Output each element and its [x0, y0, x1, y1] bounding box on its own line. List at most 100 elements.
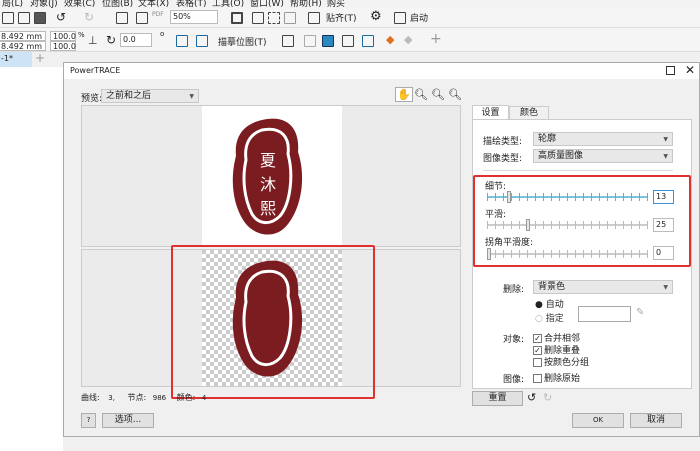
zoom-fit-icon[interactable]: 🔍︎	[414, 88, 428, 101]
auto-radio[interactable]: ● 自动	[535, 297, 564, 310]
trace-bitmap-dropdown[interactable]: 描摹位图(T)	[218, 35, 267, 48]
new-tab-icon[interactable]: +	[35, 51, 45, 65]
menu-bar: 局(L) 对象(J) 效果(C) 位图(B) 文本(X) 表格(T) 工具(O)…	[0, 0, 700, 8]
degree-label: o	[160, 30, 165, 38]
mirror-vertical-icon[interactable]	[196, 35, 208, 47]
paste-icon[interactable]	[34, 12, 46, 24]
curves-value: 3,	[108, 394, 115, 402]
trace-type-select[interactable]: 轮廓 ▼	[533, 132, 673, 146]
zoom-level-input[interactable]: 50%	[170, 10, 218, 24]
scale-x-input[interactable]: 100.0	[50, 31, 76, 41]
remove-original-label: 删除原始	[544, 374, 581, 384]
tab-color[interactable]: 颜色	[509, 106, 549, 120]
zoom-out-icon[interactable]: 🔍︎	[431, 88, 445, 101]
redo-icon[interactable]: ↻	[84, 10, 94, 24]
seal-char-3: 熙	[260, 199, 276, 218]
divider	[483, 170, 673, 171]
group-by-color-checkbox[interactable]: 按颜色分组	[533, 355, 589, 368]
menu-layout[interactable]: 局(L)	[2, 0, 23, 8]
tab-settings[interactable]: 设置	[472, 105, 509, 120]
checkbox-checked-icon: ✓	[533, 334, 542, 343]
highlight-after-preview	[171, 245, 375, 399]
menu-help[interactable]: 帮助(H)	[290, 0, 322, 8]
canvas[interactable]	[0, 67, 63, 451]
maximize-icon[interactable]	[666, 66, 675, 75]
rulers-icon[interactable]	[252, 12, 264, 24]
reset-button[interactable]: 重置	[472, 391, 523, 406]
preview-mode-select[interactable]: 之前和之后 ▼	[101, 89, 199, 103]
add-icon[interactable]: +	[430, 31, 442, 47]
export-arrow-icon[interactable]	[136, 12, 148, 24]
settings-gear-icon[interactable]: ⚙	[370, 9, 382, 24]
lock-ratio-icon[interactable]: ⊥	[88, 34, 98, 47]
launch-icon[interactable]	[394, 12, 406, 24]
menu-text[interactable]: 文本(X)	[138, 0, 169, 8]
remove-original-checkbox[interactable]: 删除原始	[533, 371, 580, 384]
menu-window[interactable]: 窗口(W)	[250, 0, 284, 8]
edit-bitmap-icon[interactable]	[304, 35, 316, 47]
standard-toolbar: ↺ ↻ PDF 50% 贴齐(T) ⚙ 启动	[0, 8, 700, 28]
grid-icon[interactable]	[268, 12, 280, 24]
full-screen-icon[interactable]	[231, 12, 243, 24]
image-label: 图像:	[503, 375, 525, 385]
image-type-value: 高质量图像	[538, 151, 584, 161]
mirror-horizontal-icon[interactable]	[176, 35, 188, 47]
remove-value: 背景色	[538, 282, 566, 292]
image-type-select[interactable]: 高质量图像 ▼	[533, 149, 673, 163]
options-button[interactable]: 选项...	[102, 413, 154, 428]
remove-select[interactable]: 背景色 ▼	[533, 280, 673, 294]
ok-button[interactable]: OK	[572, 413, 624, 428]
crop-bitmap-icon[interactable]	[282, 35, 294, 47]
document-tab[interactable]: -1*	[0, 52, 32, 67]
bitmap-frame-icon[interactable]	[342, 35, 354, 47]
undo-icon[interactable]: ↺	[56, 10, 66, 24]
redo-icon[interactable]: ↻	[543, 391, 552, 404]
scale-y-input[interactable]: 100.0	[50, 41, 76, 51]
angle-input[interactable]: 0.0	[120, 33, 152, 47]
guidelines-icon[interactable]	[284, 12, 296, 24]
preview-label: 预览:	[81, 94, 103, 104]
import-arrow-icon[interactable]	[116, 12, 128, 24]
close-icon[interactable]: ✕	[685, 63, 695, 77]
specify-label: 指定	[545, 314, 564, 324]
specify-radio[interactable]: ○ 指定	[535, 311, 564, 324]
resample-icon[interactable]	[322, 35, 334, 47]
image-type-label: 图像类型:	[483, 154, 523, 164]
cancel-button[interactable]: 取消	[630, 413, 682, 428]
pan-hand-icon[interactable]: ✋	[395, 87, 413, 102]
menu-tools[interactable]: 工具(O)	[212, 0, 244, 8]
width-input[interactable]: 8.492 mm	[0, 31, 46, 41]
group-by-color-label: 按颜色分组	[544, 358, 590, 368]
wrap-text-icon[interactable]	[362, 35, 374, 47]
rotate-icon: ↻	[106, 33, 117, 47]
undo-icon[interactable]: ↺	[527, 391, 536, 404]
object-label: 对象:	[503, 335, 525, 345]
checkbox-checked-icon: ✓	[533, 346, 542, 355]
menu-buy[interactable]: 购买	[327, 0, 345, 8]
zoom-in-icon[interactable]: 🔍︎	[448, 88, 462, 101]
import-icon[interactable]	[2, 12, 14, 24]
eyedropper-icon[interactable]: ✎	[636, 307, 644, 318]
layers-icon[interactable]: ◆	[404, 33, 412, 46]
colors-value: 4	[201, 394, 207, 402]
preview-before-pane[interactable]: 夏 沐 熙	[81, 105, 461, 247]
menu-effects[interactable]: 效果(C)	[64, 0, 95, 8]
height-input[interactable]: 8.492 mm	[0, 41, 46, 51]
specify-color-swatch[interactable]	[578, 306, 631, 322]
help-button[interactable]: ?	[81, 413, 96, 428]
copy-icon[interactable]	[18, 12, 30, 24]
snap-icon[interactable]	[308, 12, 320, 24]
dialog-titlebar: PowerTRACE ✕	[64, 63, 699, 79]
dialog-title: PowerTRACE	[70, 66, 121, 75]
arrange-icon[interactable]: ◆	[386, 33, 394, 46]
menu-object[interactable]: 对象(J)	[30, 0, 58, 8]
radio-selected-icon: ●	[535, 300, 543, 310]
launch-dropdown[interactable]: 启动	[410, 11, 428, 24]
preview-mode-value: 之前和之后	[106, 91, 152, 101]
snap-dropdown[interactable]: 贴齐(T)	[326, 11, 357, 24]
checkbox-empty-icon	[533, 358, 542, 367]
menu-table[interactable]: 表格(T)	[176, 0, 207, 8]
menu-bitmap[interactable]: 位图(B)	[102, 0, 133, 8]
pdf-icon[interactable]: PDF	[152, 11, 164, 18]
property-bar: 8.492 mm 8.492 mm 100.0 100.0 % ⊥ ↻ 0.0 …	[0, 28, 700, 52]
